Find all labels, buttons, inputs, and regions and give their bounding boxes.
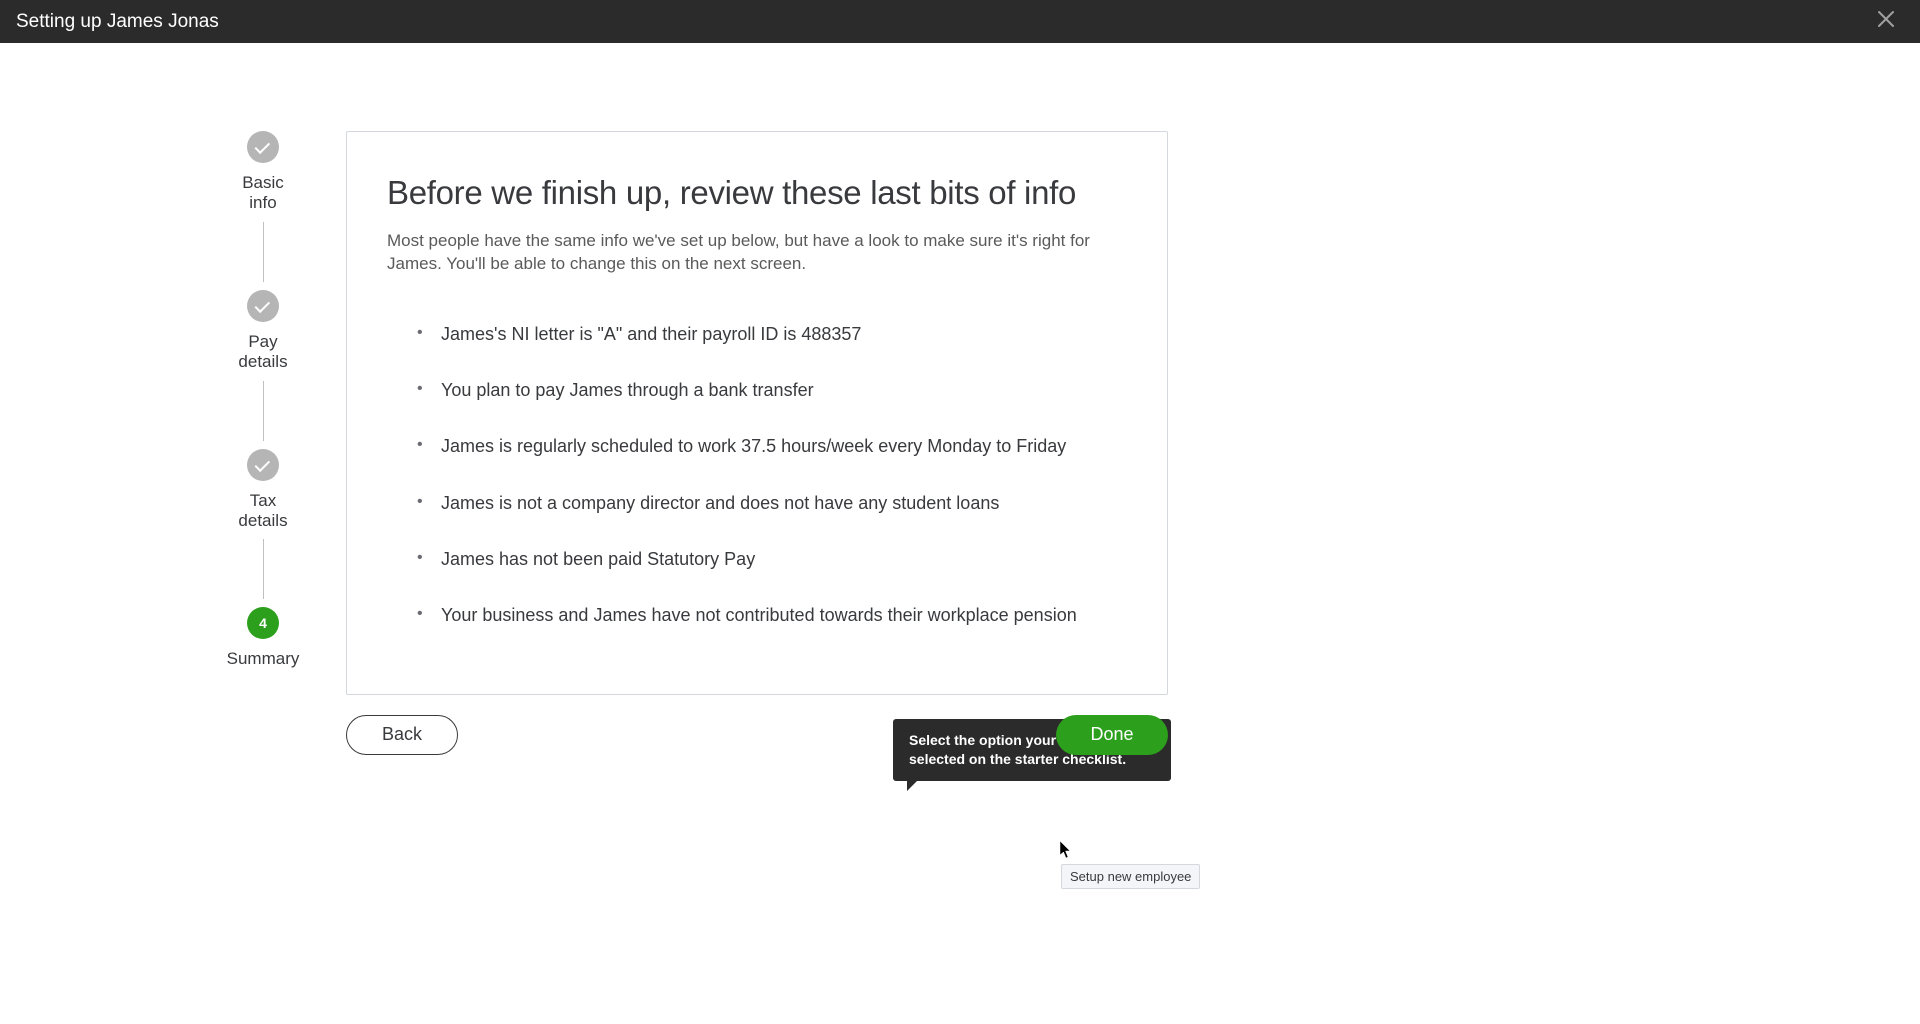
- checkmark-icon: [254, 456, 270, 472]
- step-connector: [263, 222, 264, 282]
- mouse-cursor-icon: [1060, 841, 1072, 859]
- action-bar: Back Done: [346, 715, 1168, 755]
- step-pay-details: Pay details: [238, 290, 287, 373]
- panel-subtext: Most people have the same info we've set…: [387, 230, 1127, 276]
- step-indicator-done: [247, 449, 279, 481]
- panel-heading: Before we finish up, review these last b…: [387, 174, 1127, 212]
- modal-header: Setting up James Jonas: [0, 0, 1920, 43]
- modal-title: Setting up James Jonas: [16, 11, 219, 33]
- step-indicator-active: 4: [247, 607, 279, 639]
- step-summary: 4 Summary: [227, 607, 300, 669]
- list-item: James has not been paid Statutory Pay: [417, 531, 1127, 587]
- panel-container: Before we finish up, review these last b…: [346, 131, 1168, 755]
- step-indicator-done: [247, 131, 279, 163]
- main-content: Basic info Pay details Tax details 4 Sum…: [0, 43, 1920, 755]
- list-item: James's NI letter is "A" and their payro…: [417, 306, 1127, 362]
- step-label: Summary: [227, 649, 300, 669]
- step-connector: [263, 539, 264, 599]
- checkmark-icon: [254, 139, 270, 155]
- step-label: Pay details: [238, 332, 287, 373]
- step-label: Tax details: [238, 491, 287, 532]
- list-item: Your business and James have not contrib…: [417, 587, 1127, 643]
- step-connector: [263, 381, 264, 441]
- checkmark-icon: [254, 297, 270, 313]
- back-button[interactable]: Back: [346, 715, 458, 755]
- list-item: You plan to pay James through a bank tra…: [417, 362, 1127, 418]
- step-tax-details: Tax details: [238, 449, 287, 532]
- list-item: James is regularly scheduled to work 37.…: [417, 418, 1127, 474]
- done-button[interactable]: Done: [1056, 715, 1168, 755]
- summary-panel: Before we finish up, review these last b…: [346, 131, 1168, 695]
- close-button[interactable]: [1868, 4, 1904, 40]
- step-basic-info: Basic info: [242, 131, 284, 214]
- review-list: James's NI letter is "A" and their payro…: [387, 306, 1127, 644]
- step-indicator-done: [247, 290, 279, 322]
- list-item: James is not a company director and does…: [417, 475, 1127, 531]
- progress-stepper: Basic info Pay details Tax details 4 Sum…: [198, 131, 328, 755]
- step-label: Basic info: [242, 173, 284, 214]
- hover-tooltip: Setup new employee: [1061, 864, 1200, 889]
- close-icon: [1876, 8, 1896, 35]
